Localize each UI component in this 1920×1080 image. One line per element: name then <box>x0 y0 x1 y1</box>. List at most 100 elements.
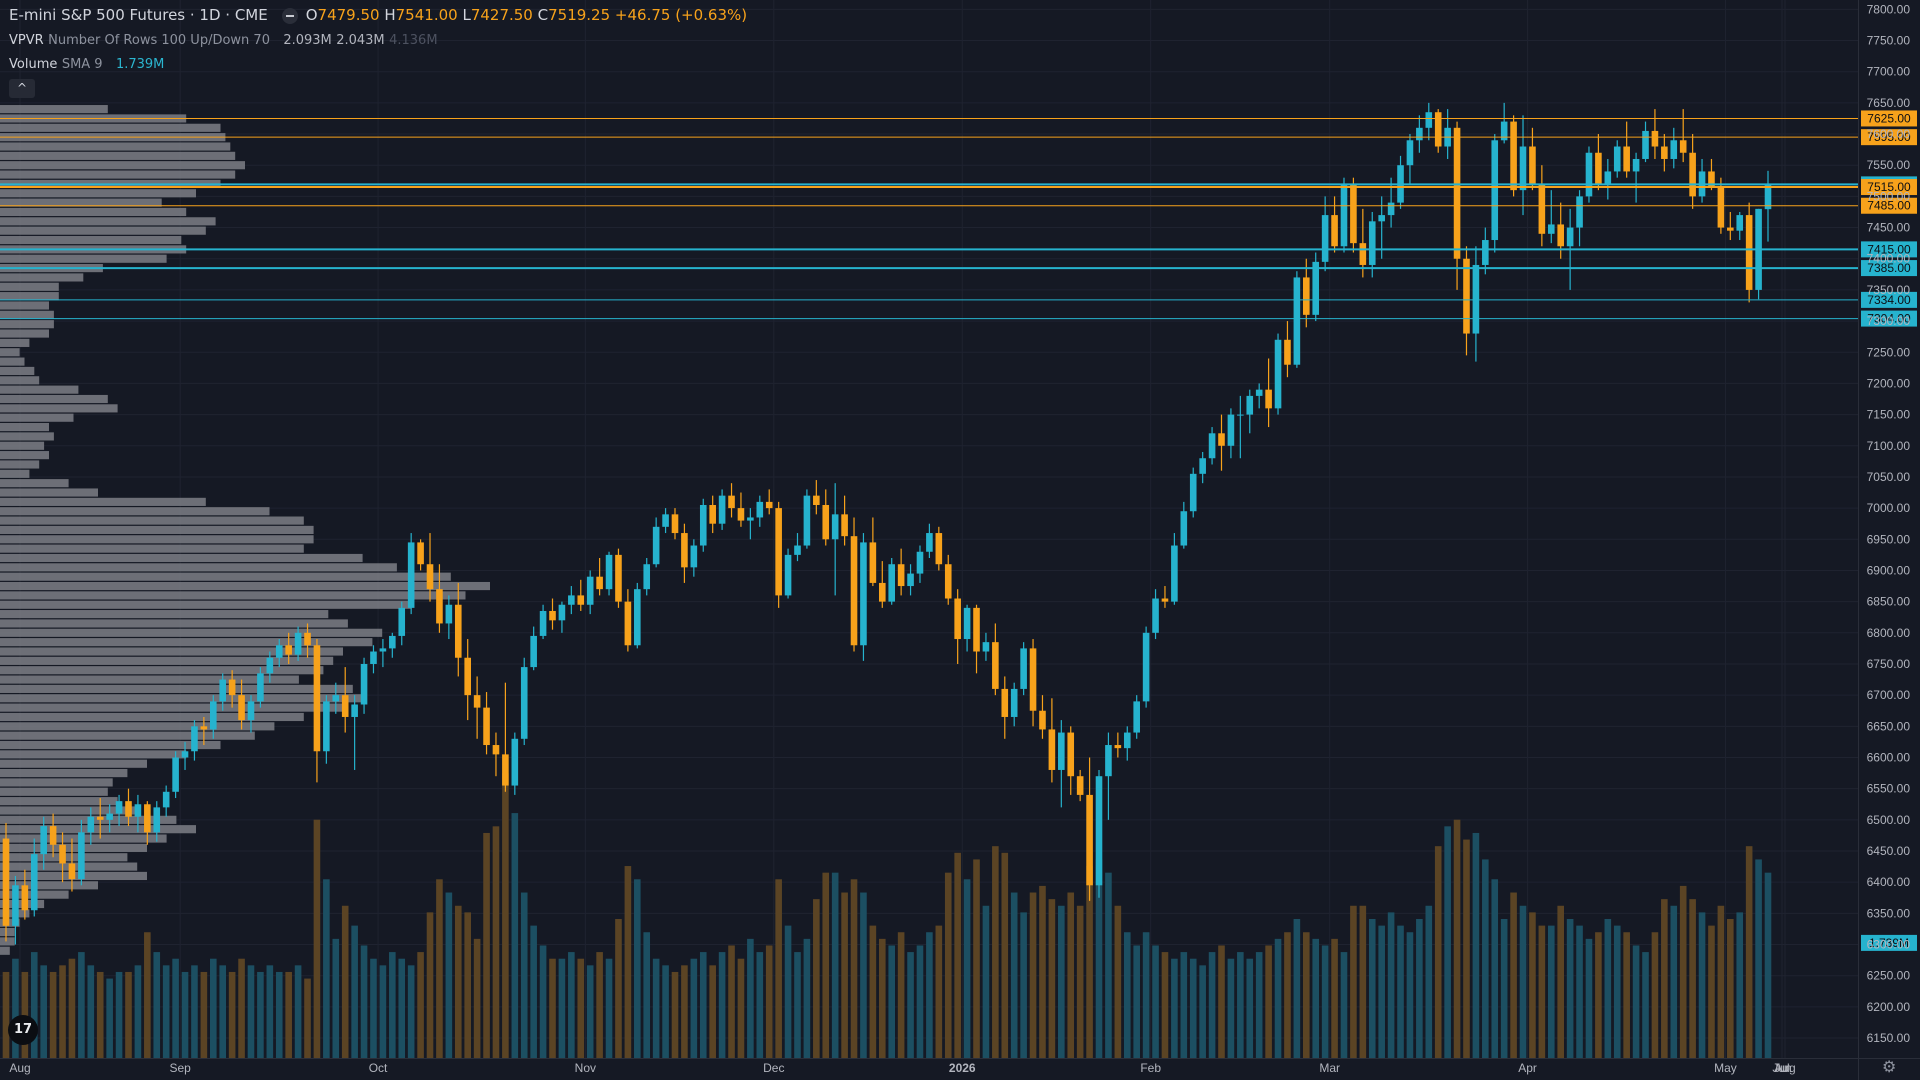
candle-body <box>407 542 415 608</box>
candle-body <box>634 589 641 646</box>
volume-bar <box>841 892 848 1058</box>
volume-bar <box>1708 925 1715 1058</box>
vpvr-total-value: 4.136M <box>389 33 438 48</box>
candle-body <box>1274 339 1282 409</box>
candle-body <box>520 667 528 739</box>
candle-body <box>897 564 905 587</box>
vpvr-row <box>0 217 216 226</box>
volume-bar <box>558 958 566 1058</box>
volume-bar <box>1001 852 1009 1058</box>
vpvr-row <box>0 422 49 432</box>
volume-bar <box>897 932 905 1058</box>
vpvr-row <box>0 348 20 357</box>
candle-body <box>926 533 933 552</box>
price-tick-label: 6800.00 <box>1867 626 1911 640</box>
candle-body <box>615 554 622 602</box>
volume-bar <box>775 879 782 1058</box>
vpvr-row <box>0 366 35 376</box>
volume-bar <box>709 965 716 1058</box>
vpvr-row <box>0 778 113 787</box>
volume-bar <box>341 905 349 1058</box>
volume-name: Volume <box>9 57 58 72</box>
candle-body <box>652 526 660 565</box>
candle-body <box>1340 183 1348 247</box>
candle-body <box>1067 732 1075 777</box>
time-tick-label: Mar <box>1319 1061 1340 1075</box>
volume-bar <box>1661 899 1668 1058</box>
vpvr-row <box>0 385 79 394</box>
candle-body <box>549 610 556 621</box>
candle-body <box>1199 458 1206 474</box>
candle-body <box>558 604 566 621</box>
volume-bar <box>1679 885 1687 1058</box>
volume-bar <box>1048 899 1056 1058</box>
volume-bar <box>1378 925 1385 1058</box>
price-tick-label: 7300.00 <box>1867 314 1911 328</box>
settings-gear-icon[interactable]: ⚙ <box>1882 1057 1896 1076</box>
volume-bar <box>134 965 142 1058</box>
price-tick-label: 7200.00 <box>1867 376 1911 390</box>
volume-bar <box>238 958 245 1058</box>
volume-bar <box>1727 919 1734 1058</box>
price-tick-label: 7750.00 <box>1867 34 1911 48</box>
volume-bar <box>379 965 387 1058</box>
volume-bar <box>605 958 613 1058</box>
volume-bar <box>294 965 302 1058</box>
candle-body <box>30 854 38 911</box>
time-axis[interactable]: Aug Sep Oct Nov Dec 2026 Feb Mar Apr May JunJulAug <box>0 1058 1920 1076</box>
vpvr-name: VPVR <box>9 33 44 48</box>
vpvr-row <box>0 731 255 740</box>
candle-body <box>323 701 330 752</box>
volume-bar <box>549 958 556 1058</box>
volume-bar <box>1246 958 1254 1058</box>
vpvr-row <box>0 544 304 553</box>
price-axis[interactable]: 7800.00 7750.00 7700.00 7650.00 7600.00 7550.… <box>1858 0 1911 1080</box>
candle-body <box>982 642 990 652</box>
volume-bar <box>888 945 896 1058</box>
volume-bar <box>813 899 820 1058</box>
price-tick-label: 7800.00 <box>1867 2 1911 16</box>
volume-bar <box>1171 958 1178 1058</box>
volume-bar <box>426 912 434 1058</box>
candle-body <box>341 695 349 717</box>
volume-bar <box>878 938 886 1058</box>
volume-bar <box>275 971 283 1058</box>
volume-bar <box>266 965 274 1058</box>
vpvr-row <box>0 600 412 609</box>
volume-bar <box>1010 892 1018 1058</box>
vpvr-legend[interactable]: VPVR Number Of Rows 100 Up/Down 70 2.093… <box>9 31 438 50</box>
vpvr-row <box>0 310 54 319</box>
candle-body <box>1076 776 1084 795</box>
chart-canvas[interactable]: 7625.007595.007519.257515.007485.007415.… <box>0 0 1920 1080</box>
volume-bar <box>115 971 123 1058</box>
volume-params: SMA 9 <box>61 57 103 72</box>
vpvr-row <box>0 927 15 937</box>
vpvr-row <box>0 572 451 581</box>
eye-icon[interactable] <box>281 7 298 24</box>
candle-body <box>1736 215 1744 231</box>
vpvr-row <box>0 516 304 525</box>
volume-bar <box>586 965 594 1058</box>
candle-body <box>1623 146 1630 172</box>
collapse-legend-button[interactable]: ^ <box>9 79 35 98</box>
candle-body <box>822 504 830 540</box>
symbol-title[interactable]: E-mini S&P 500 Futures · 1D · CME <box>9 6 268 24</box>
vpvr-row <box>0 320 54 329</box>
volume-bar <box>1387 912 1395 1058</box>
volume-bar <box>1632 945 1640 1058</box>
tradingview-logo[interactable]: 17 <box>8 1015 38 1045</box>
candle-body <box>1378 215 1385 222</box>
volume-bar <box>1472 832 1480 1058</box>
volume-legend[interactable]: Volume SMA 9 1.739M <box>9 55 164 74</box>
volume-bar <box>332 938 340 1058</box>
close-value: 7519.25 <box>548 6 611 24</box>
candle-body <box>1171 545 1178 602</box>
candle-body <box>40 826 47 855</box>
candle-body <box>690 545 698 568</box>
candle-body <box>426 564 434 590</box>
volume-bar <box>756 952 764 1058</box>
candle-body <box>784 554 792 596</box>
candle-body <box>803 495 811 546</box>
candle-body <box>115 801 123 814</box>
volume-bar <box>1500 919 1508 1058</box>
